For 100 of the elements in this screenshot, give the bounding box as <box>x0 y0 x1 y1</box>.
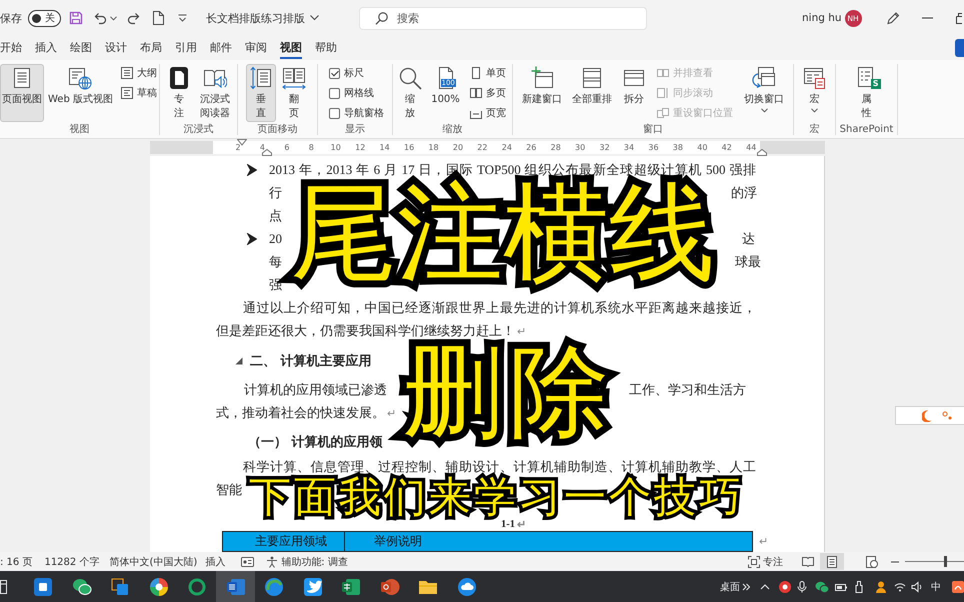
ribbon-button[interactable]: 切换窗口 <box>741 64 787 122</box>
record-icon[interactable] <box>779 580 791 592</box>
ribbon-tab[interactable]: 绘图 <box>70 36 92 60</box>
book-icon <box>802 556 814 567</box>
checkbox[interactable] <box>329 108 340 118</box>
collapse-triangle-icon[interactable] <box>235 357 243 365</box>
ribbon-tab[interactable]: 设计 <box>105 36 127 60</box>
ribbon-button[interactable]: 翻页 <box>279 64 309 122</box>
swirl-icon <box>264 576 284 596</box>
ruler-number: 20 <box>452 142 464 154</box>
ribbon-tab[interactable]: 引用 <box>175 36 197 60</box>
caret-icon[interactable] <box>110 16 117 20</box>
slider-thumb[interactable] <box>944 556 947 567</box>
ribbon-button[interactable]: 缩放 <box>395 64 426 122</box>
view-button[interactable] <box>864 553 880 570</box>
search-field[interactable]: 搜索 <box>359 6 647 30</box>
insert-mode[interactable]: 插入 <box>205 554 226 568</box>
dots-icon[interactable] <box>942 410 952 420</box>
ribbon-button[interactable]: 单页 <box>466 63 510 83</box>
accessibility-icon[interactable] <box>266 556 278 568</box>
redo-icon[interactable] <box>127 11 141 25</box>
table-header-cell: 举例说明 <box>345 531 753 552</box>
document-title[interactable]: 长文档排版练习排版 <box>206 10 319 26</box>
autosave-toggle[interactable]: 关 <box>28 10 61 26</box>
ruler-number: 34 <box>624 142 634 154</box>
magnifier-icon <box>398 66 422 90</box>
dropdown-icon[interactable] <box>178 14 187 22</box>
crescent-icon[interactable] <box>922 410 932 422</box>
new-document-icon[interactable] <box>152 11 164 25</box>
ruler-number: 4 <box>260 142 265 154</box>
ribbon-button[interactable]: Web 版式视图 <box>46 64 115 122</box>
ribbon-tab[interactable]: 视图 <box>280 36 302 60</box>
chat-bubbles-icon[interactable] <box>815 580 829 592</box>
checkbox-label[interactable]: 导航窗格 <box>344 106 384 120</box>
ribbon-button[interactable]: 宏 <box>800 64 830 122</box>
ribbon-button[interactable]: 草稿 <box>116 83 161 103</box>
overlay-caption: 下面我们来学习一个技巧 <box>249 476 744 518</box>
paragraph-mark: ↵ <box>517 324 526 338</box>
share-button[interactable] <box>955 39 964 57</box>
checkbox-label[interactable]: 网格线 <box>344 86 374 100</box>
pen-icon[interactable] <box>886 11 900 25</box>
paragraph-mark: ↵ <box>517 518 526 530</box>
ribbon-tab[interactable]: 审阅 <box>245 36 267 60</box>
language-status[interactable]: 简体中文(中国大陆) <box>109 554 198 568</box>
undo-icon[interactable] <box>93 11 107 25</box>
app-tile-icon[interactable] <box>952 580 964 592</box>
ribbon-button[interactable]: 拆分 <box>619 64 649 122</box>
input-method-indicator[interactable]: 中 <box>931 580 941 594</box>
show-desktop-label[interactable]: 桌面 <box>720 580 740 594</box>
microphone-icon[interactable] <box>797 580 807 592</box>
ribbon-tab[interactable]: 邮件 <box>210 36 232 60</box>
battery-icon[interactable] <box>835 582 847 592</box>
minimize-icon[interactable] <box>922 17 933 19</box>
ribbon-button[interactable]: 垂直 <box>246 64 276 122</box>
macro-record-icon[interactable] <box>241 556 254 568</box>
page-count[interactable]: : 16 页 <box>0 554 32 568</box>
ribbon-button[interactable]: 多页 <box>466 83 510 103</box>
checkbox-label[interactable]: 标尺 <box>344 66 364 80</box>
focus-mode-button[interactable]: 专注 <box>748 553 783 570</box>
ruler-number: 12 <box>355 142 366 154</box>
task-view-icon[interactable] <box>0 578 8 594</box>
new-window-icon <box>530 66 554 90</box>
restore-icon[interactable] <box>956 12 962 24</box>
ribbon-button[interactable]: 大纲 <box>116 63 161 83</box>
double-chevron-icon[interactable] <box>742 582 750 590</box>
macro-list-icon <box>802 66 826 90</box>
speaker-icon[interactable] <box>911 580 923 592</box>
ribbon-tab[interactable]: 插入 <box>35 36 57 60</box>
accessibility-status[interactable]: 辅助功能: 调查 <box>281 554 348 568</box>
ribbon-button[interactable]: 新建窗口 <box>519 64 565 122</box>
heading-text: 二、 计算机主要应用 <box>250 352 372 370</box>
paragraph-mark: ↵ <box>759 535 768 548</box>
checkbox[interactable] <box>329 68 340 78</box>
ribbon-button[interactable]: S 属性 <box>852 64 882 122</box>
chevron-up-icon[interactable] <box>760 584 770 590</box>
ribbon-button[interactable]: 页宽 <box>466 103 510 123</box>
ribbon-button[interactable]: 页面视图 <box>0 64 44 122</box>
sync-scroll-icon <box>657 87 669 99</box>
checkbox[interactable] <box>329 88 340 98</box>
ribbon-button[interactable]: 全部重排 <box>569 64 615 122</box>
page-vertical-arrow-icon <box>249 66 273 90</box>
document-text: 但是差距还很大，仍需要我国科学们继续努力赶上！ <box>216 322 515 340</box>
ribbon-button[interactable]: 沉浸式阅读器 <box>197 64 233 122</box>
paragraph-mark: ↵ <box>387 406 396 420</box>
chevron-down-icon <box>310 15 319 21</box>
spreadsheet-tile-icon <box>341 576 361 596</box>
group-label: SharePoint <box>840 123 894 136</box>
ribbon-tab[interactable]: 布局 <box>140 36 162 60</box>
usb-drive-icon[interactable] <box>855 580 863 592</box>
view-button[interactable] <box>820 553 844 570</box>
ribbon-tab[interactable]: 帮助 <box>315 36 337 60</box>
document-text: 每 <box>269 253 283 271</box>
ribbon-button[interactable]: 专注 <box>164 64 194 122</box>
document-text: 科学计算、信息管理、过程控制、辅助设计、计算机辅助制造、计算机辅助教学、人工 <box>243 458 756 476</box>
ribbon-tab[interactable]: 开始 <box>0 36 22 60</box>
word-count[interactable]: 11282 个字 <box>44 554 100 568</box>
page-icon <box>827 556 837 568</box>
person-icon[interactable] <box>875 580 887 592</box>
wifi-icon[interactable] <box>894 582 906 592</box>
save-icon[interactable] <box>69 11 83 25</box>
